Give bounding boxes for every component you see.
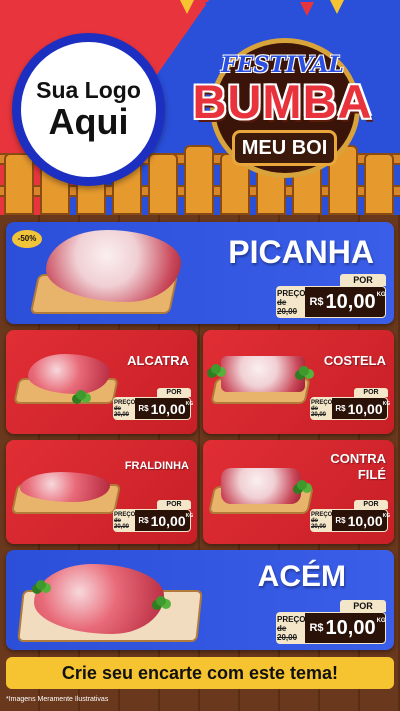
herb-garnish <box>36 580 46 590</box>
bunting-flag <box>205 2 219 16</box>
price-value: 10,00 <box>347 400 383 417</box>
product-title: FRALDINHA <box>124 460 189 472</box>
logo-placeholder: Sua Logo Aqui <box>12 33 165 186</box>
picanha-meat-image <box>46 230 181 302</box>
product-card-contra-file: CONTRA FILÉ POR PREÇO de 20,00 R$ 10,00 … <box>203 440 394 544</box>
old-price: de 20,00 <box>311 517 327 530</box>
product-title: COSTELA <box>323 353 386 368</box>
old-price: de 20,00 <box>311 405 327 418</box>
price-label: PREÇO <box>277 288 306 298</box>
costela-meat-image <box>221 356 305 392</box>
old-price: de 20,00 <box>277 297 298 316</box>
price-tag: POR PREÇO de 20,00 R$ 10,00 KG <box>310 388 391 420</box>
festival-badge: FESTIVAL BUMBA MEU BOI <box>170 28 395 178</box>
price-unit: KG <box>185 513 194 519</box>
festival-title-bottom: MEU BOI <box>232 130 337 166</box>
herb-garnish <box>299 366 309 376</box>
price-tag: POR PREÇO de 20,00 R$ 10,00 KG <box>113 388 194 420</box>
price-unit: KG <box>376 618 386 624</box>
price-por-label: POR <box>340 600 386 612</box>
festival-header: Sua Logo Aqui FESTIVAL BUMBA MEU BOI <box>0 0 400 215</box>
product-card-picanha: -50% PICANHA POR PREÇO de 20,00 R$ 10,00… <box>6 222 394 324</box>
price-value: 10,00 <box>325 290 376 313</box>
bunting-flag <box>300 2 314 16</box>
price-unit: KG <box>382 401 391 407</box>
herb-garnish <box>76 390 86 400</box>
price-unit: KG <box>376 292 386 298</box>
old-price: de 20,00 <box>114 405 130 418</box>
cta-banner[interactable]: Crie seu encarte com este tema! <box>6 657 394 689</box>
old-price: de 20,00 <box>114 517 130 530</box>
price-por-label: POR <box>354 500 388 509</box>
alcatra-meat-image <box>28 354 110 394</box>
product-title-line1: CONTRA <box>330 451 386 466</box>
herb-garnish <box>156 596 166 606</box>
price-value: 10,00 <box>150 512 186 529</box>
old-price: de 20,00 <box>277 623 298 642</box>
product-card-acem: ACÉM POR PREÇO de 20,00 R$ 10,00 KG <box>6 550 394 650</box>
currency-symbol: R$ <box>335 404 346 413</box>
product-title: ACÉM <box>257 560 346 593</box>
currency-symbol: R$ <box>309 296 324 308</box>
price-label: PREÇO <box>277 614 306 624</box>
price-por-label: POR <box>157 500 191 509</box>
currency-symbol: R$ <box>138 404 149 413</box>
fraldinha-meat-image <box>20 472 110 502</box>
price-value: 10,00 <box>347 512 383 529</box>
price-tag: POR PREÇO de 20,00 R$ 10,00 KG <box>310 500 391 532</box>
logo-text-line1: Sua Logo <box>36 76 141 103</box>
price-value: 10,00 <box>150 400 186 417</box>
bunting-flag <box>180 0 194 14</box>
price-tag: POR PREÇO de 20,00 R$ 10,00 KG <box>113 500 194 532</box>
product-card-alcatra: ALCATRA POR PREÇO de 20,00 R$ 10,00 KG <box>6 330 197 434</box>
product-title: ALCATRA <box>127 353 189 368</box>
festival-title-main: BUMBA <box>192 75 373 128</box>
price-por-label: POR <box>340 274 386 286</box>
herb-garnish <box>297 480 307 490</box>
logo-text-line2: Aqui <box>48 101 129 143</box>
currency-symbol: R$ <box>309 622 324 634</box>
price-tag: POR PREÇO de 20,00 R$ 10,00 KG <box>276 600 386 644</box>
product-card-costela: COSTELA POR PREÇO de 20,00 R$ 10,00 KG <box>203 330 394 434</box>
price-value: 10,00 <box>325 616 376 639</box>
price-unit: KG <box>185 401 194 407</box>
price-por-label: POR <box>157 388 191 397</box>
product-title-line2: FILÉ <box>357 467 386 482</box>
product-title: PICANHA <box>228 234 374 270</box>
currency-symbol: R$ <box>335 516 346 525</box>
price-tag: POR PREÇO de 20,00 R$ 10,00 KG <box>276 274 386 318</box>
currency-symbol: R$ <box>138 516 149 525</box>
acem-meat-image <box>34 564 164 634</box>
contra-file-meat-image <box>221 468 301 504</box>
herb-garnish <box>211 364 221 374</box>
disclaimer-text: *Imagens Meramente Ilustrativas <box>6 696 109 703</box>
discount-badge: -50% <box>12 230 42 248</box>
price-por-label: POR <box>354 388 388 397</box>
price-unit: KG <box>382 513 391 519</box>
product-card-fraldinha: FRALDINHA POR PREÇO de 20,00 R$ 10,00 KG <box>6 440 197 544</box>
bunting-flag <box>330 0 344 14</box>
